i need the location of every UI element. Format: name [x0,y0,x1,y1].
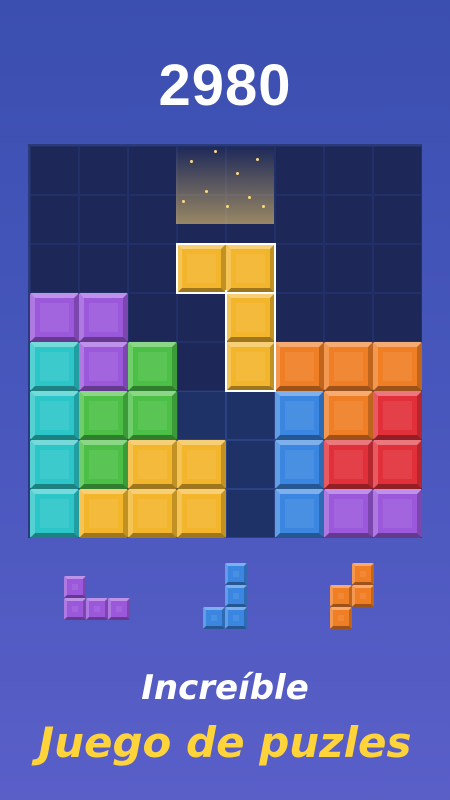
blue-mini-block [203,607,225,629]
orange-block [373,342,422,391]
purple-mini-block [86,598,108,620]
orange-mini-block [330,607,352,629]
green-block [128,391,177,440]
blue-mini-block [225,607,247,629]
tagline-line2: Juego de puzles [38,718,412,767]
board-cell[interactable] [373,293,422,342]
sparkle [190,160,193,163]
active-piece-outline [225,290,276,392]
board-cell[interactable] [324,293,373,342]
active-piece-outline [176,243,276,294]
sparkle [256,158,259,161]
board-cell[interactable] [128,244,177,293]
cyan-block [30,489,79,538]
blue-block [275,440,324,489]
sparkle [226,205,229,208]
green-block [79,440,128,489]
drop-glow [176,146,274,224]
board-cell[interactable] [373,146,422,195]
tagline-line1: Increíble [141,668,309,708]
board-cell[interactable] [373,195,422,244]
sparkle [262,205,265,208]
sparkle [205,190,208,193]
board-cell[interactable] [30,244,79,293]
yellow-block [177,489,226,538]
score-display: 2980 [158,53,292,118]
board-cell[interactable] [226,391,275,440]
orange-block [275,342,324,391]
board-cell[interactable] [177,293,226,342]
board-cell[interactable] [128,146,177,195]
orange-mini-block [352,585,374,607]
board-cell[interactable] [226,440,275,489]
board-cell[interactable] [373,244,422,293]
orange-block [324,391,373,440]
board-cell[interactable] [79,146,128,195]
yellow-block [177,440,226,489]
board-cell[interactable] [275,244,324,293]
board-cell[interactable] [128,293,177,342]
board-cell[interactable] [324,146,373,195]
sparkle [248,196,251,199]
board-cell[interactable] [324,244,373,293]
board-cell[interactable] [30,195,79,244]
board-cell[interactable] [275,293,324,342]
yellow-block [128,440,177,489]
sparkle [182,200,185,203]
board-cell[interactable] [177,342,226,391]
board-cell[interactable] [128,195,177,244]
green-block [128,342,177,391]
board-cell[interactable] [79,244,128,293]
purple-mini-block [108,598,130,620]
board-cell[interactable] [226,489,275,538]
cyan-block [30,440,79,489]
purple-block [79,293,128,342]
purple-block [79,342,128,391]
board-cell[interactable] [275,195,324,244]
board-cell[interactable] [324,195,373,244]
purple-mini-block [64,576,86,598]
green-block [79,391,128,440]
sparkle [214,150,217,153]
yellow-block [79,489,128,538]
purple-block [30,293,79,342]
board-cell[interactable] [30,146,79,195]
sparkle [236,172,239,175]
red-block [324,440,373,489]
board-cell[interactable] [79,195,128,244]
cyan-block [30,391,79,440]
red-block [373,391,422,440]
board-cell[interactable] [177,391,226,440]
yellow-block [128,489,177,538]
blue-mini-block [225,563,247,585]
orange-block [324,342,373,391]
purple-block [324,489,373,538]
blue-mini-block [225,585,247,607]
orange-mini-block [330,585,352,607]
blue-block [275,391,324,440]
purple-block [373,489,422,538]
cyan-block [30,342,79,391]
orange-mini-block [352,563,374,585]
purple-mini-block [64,598,86,620]
blue-block [275,489,324,538]
board-cell[interactable] [275,146,324,195]
red-block [373,440,422,489]
